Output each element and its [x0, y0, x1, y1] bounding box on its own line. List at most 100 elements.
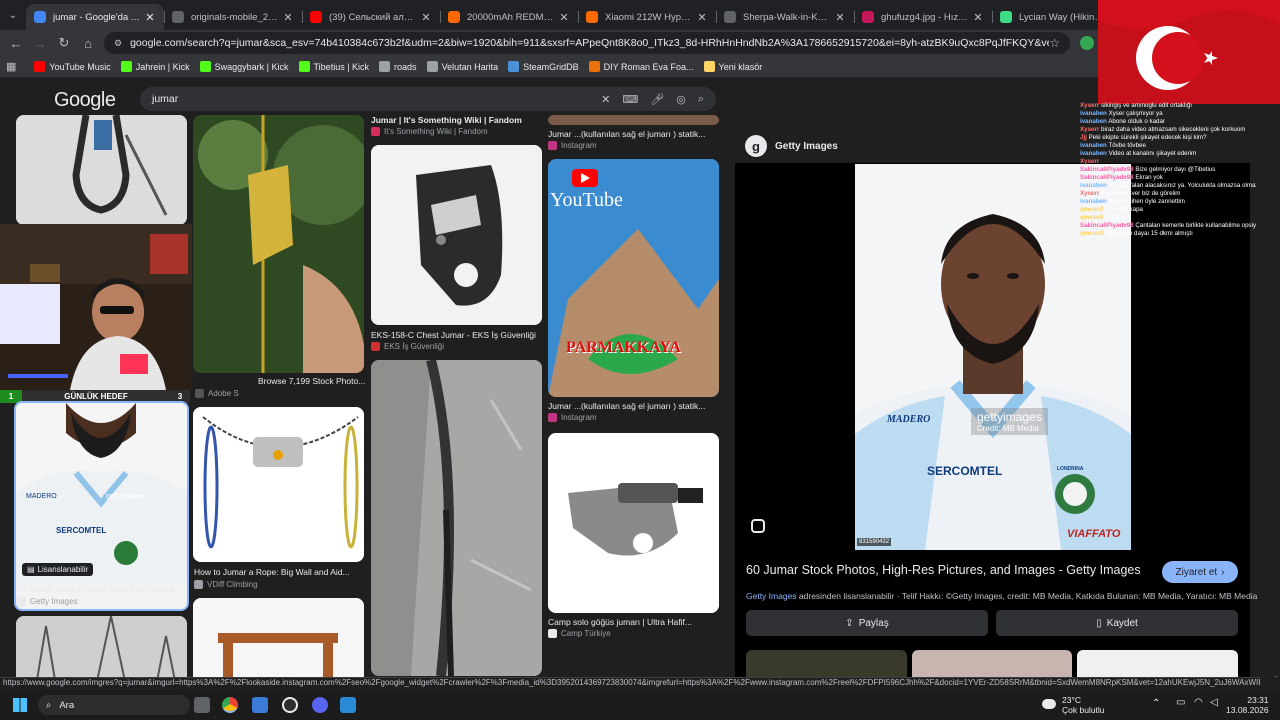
keyboard-icon[interactable]: ⌨ [622, 93, 638, 106]
weather-widget[interactable]: 23°C Çok bulutlu [1062, 695, 1105, 715]
bookmark-star-icon[interactable]: ☆ [1049, 36, 1060, 50]
wifi-icon[interactable]: ◠ [1194, 697, 1203, 708]
license-badge[interactable]: ▤ Lisanslanabilir [22, 563, 94, 576]
browser-tab[interactable]: originals-mobile_2.jpg (1000×... ✕ [164, 4, 302, 30]
result-image-instagram-top[interactable] [548, 115, 719, 125]
watermark-text: gettyimages [977, 410, 1042, 424]
result-caption-eks: EKS-158-C Chest Jumar - EKS İş Güvenliği [371, 330, 536, 340]
related-thumb[interactable] [911, 650, 1073, 677]
related-thumbnails [746, 650, 1239, 677]
jersey-sponsor-mid: SERCOMTEL [927, 464, 1003, 478]
tab-close-icon[interactable]: ✕ [282, 11, 294, 24]
bookmark-item[interactable]: Swaggybark | Kick [199, 61, 289, 72]
share-button[interactable]: ⇪ Paylaş [746, 610, 988, 636]
volume-icon[interactable]: ◁ [1210, 697, 1218, 708]
tab-close-icon[interactable]: ✕ [558, 11, 570, 24]
weather-icon[interactable] [1042, 699, 1056, 709]
search-icon[interactable]: ⌕ [698, 93, 704, 106]
mic-icon[interactable]: 🎤︎ [650, 93, 664, 106]
forward-icon[interactable]: → [28, 31, 52, 55]
tab-close-icon[interactable]: ✕ [834, 11, 846, 24]
browser-tab[interactable]: jumar - Google'da Ara ✕ [26, 4, 164, 30]
result-source-instagram-mid: Instagram [548, 413, 597, 422]
parmakkaya-text: PARMAKKAYA [566, 339, 681, 356]
bookmark-item[interactable]: Yeni klasör [703, 61, 763, 72]
address-bar[interactable]: ⚙ google.com/search?q=jumar&sca_esv=74b4… [104, 32, 1070, 54]
svg-text:MADERO: MADERO [26, 493, 57, 500]
obs-icon[interactable] [282, 697, 298, 713]
bookmark-item[interactable]: Velutan Harita [426, 61, 498, 72]
tab-close-icon[interactable]: ✕ [420, 11, 432, 24]
clock[interactable]: 23:31 13.08.2026 [1226, 695, 1269, 715]
jersey-sponsor-top: MADERO [887, 414, 931, 425]
taskbar-search[interactable]: ⌕ Ara [38, 695, 190, 715]
discord-icon[interactable] [312, 697, 328, 713]
result-image-getty-selected[interactable]: MADERO gettyimages SERCOMTEL ▤ Lisanslan… [14, 401, 189, 611]
chat-username: Xyserr [1080, 126, 1100, 133]
apps-grid-icon[interactable]: ▦ [6, 60, 16, 73]
result-image-wooden-stool[interactable] [193, 598, 364, 677]
result-image-camp-jumar[interactable] [548, 433, 719, 613]
windows-start-icon[interactable] [13, 698, 27, 712]
goal-right: 3 [177, 392, 183, 401]
lens-search-icon[interactable] [751, 519, 765, 533]
tray-chevron-icon[interactable]: ⌃ [1152, 698, 1160, 709]
bookmark-item[interactable]: roads [379, 61, 417, 72]
panel-source[interactable]: Getty Images [775, 141, 838, 152]
page-scrollbar[interactable] [1272, 158, 1280, 677]
visit-button[interactable]: Ziyaret et › [1162, 561, 1238, 583]
panel-meta-source[interactable]: Getty Images [746, 591, 797, 601]
chat-username: qmeso0 [1080, 214, 1104, 221]
site-info-icon[interactable]: ⚙ [114, 38, 122, 49]
chrome-icon[interactable] [222, 697, 238, 713]
browser-tab[interactable]: Xiaomi 212W HyperCharg... ✕ [578, 4, 716, 30]
result-image-parmakkaya[interactable]: YouTube PARMAKKAYA [548, 159, 719, 397]
chat-username: ivanaben [1080, 198, 1107, 205]
save-label: Kaydet [1106, 617, 1138, 629]
bookmark-item[interactable]: Jahrein | Kick [120, 61, 190, 72]
lens-icon[interactable]: ◎ [676, 93, 686, 106]
result-image-carabiner[interactable] [16, 115, 187, 225]
bookmark-item[interactable]: YouTube Music [34, 61, 111, 72]
back-icon[interactable]: ← [4, 31, 28, 55]
panel-title[interactable]: 60 Jumar Stock Photos, High-Res Pictures… [746, 563, 1141, 577]
result-image-chest-jumar[interactable] [371, 145, 542, 325]
google-logo[interactable]: Google [54, 89, 116, 112]
result-image-snow-trees[interactable] [16, 616, 187, 677]
tab-close-icon[interactable]: ✕ [144, 11, 156, 24]
related-thumb[interactable] [746, 650, 907, 677]
chat-username: qmeso0 [1080, 206, 1104, 213]
browser-tab[interactable]: 20000mAh REDMI 18W Fa... ✕ [440, 4, 578, 30]
network-icon[interactable]: ▭ [1176, 697, 1185, 708]
bookmark-item[interactable]: Tibetius | Kick [298, 61, 369, 72]
tab-search-icon[interactable]: ⌄ [0, 0, 26, 30]
bookmark-item[interactable]: SteamGridDB [508, 61, 579, 72]
tab-close-icon[interactable]: ✕ [696, 11, 708, 24]
result-image-rope-gear[interactable] [193, 407, 364, 562]
browser-tab[interactable]: (39) Сельский алкаш нап... ✕ [302, 4, 440, 30]
result-caption-camp: Camp solo göğüs jumarı | Ultra Hafif... [548, 617, 692, 627]
task-view-icon[interactable] [194, 697, 210, 713]
photos-icon[interactable] [340, 697, 356, 713]
browser-tab[interactable]: ghufuzg4.jpg - Hızlı Resim... ✕ [854, 4, 992, 30]
bookmark-label: Yeni klasör [718, 61, 763, 72]
tab-close-icon[interactable]: ✕ [972, 11, 984, 24]
clear-icon[interactable]: ✕ [601, 93, 610, 106]
search-input[interactable]: jumar ✕ ⌨ 🎤︎ ◎ ⌕ [140, 87, 716, 111]
bookmark-label: Swaggybark | Kick [214, 61, 289, 72]
reload-icon[interactable]: ↻ [52, 31, 76, 55]
app-icon[interactable] [252, 697, 268, 713]
browser-tab[interactable]: Sherpa-Walk-in-Khumbu... ✕ [716, 4, 854, 30]
bookmark-label: DIY Roman Eva Foa... [603, 61, 694, 72]
bookmark-item[interactable]: DIY Roman Eva Foa... [588, 61, 694, 72]
save-button[interactable]: ▯ Kaydet [996, 610, 1238, 636]
related-thumb[interactable] [1077, 650, 1239, 677]
share-icon: ⇪ [845, 617, 854, 629]
tab-favicon-icon [724, 11, 736, 23]
result-image-rock-crack[interactable] [371, 360, 542, 676]
result-image-ascender-hand[interactable] [193, 115, 364, 373]
home-icon[interactable]: ⌂ [76, 31, 100, 55]
scrollbar-thumb[interactable] [1274, 676, 1278, 677]
extension-icon[interactable] [1080, 36, 1094, 50]
result-source-adobe: Adobe S [195, 389, 239, 398]
